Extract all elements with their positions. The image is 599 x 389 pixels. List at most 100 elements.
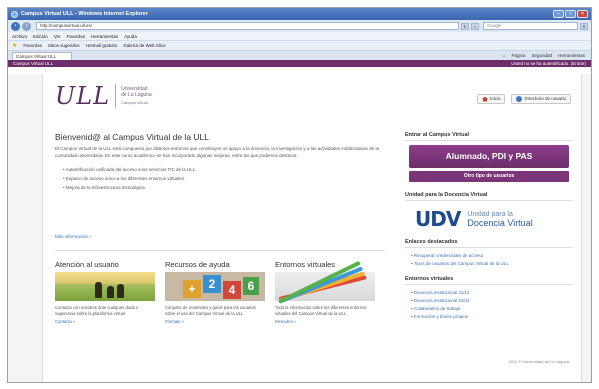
welcome-bullet: Espacio de acceso único a los diferentes… <box>63 174 385 183</box>
logo-line2: de La Laguna <box>121 92 152 98</box>
featured-links: Recuperar credenciales de acceso Tipos d… <box>411 252 573 268</box>
maximize-button[interactable]: □ <box>565 10 576 18</box>
card-title: Atención al usuario <box>55 260 119 269</box>
directory-button-label: Directorio de usuario <box>524 96 566 101</box>
ull-logo[interactable]: ULL Universidad de La Laguna Campus virt… <box>55 82 152 110</box>
directory-button[interactable]: Directorio de usuario <box>511 94 571 104</box>
menu-ver[interactable]: Ver <box>54 34 61 39</box>
link-recuperar[interactable]: Recuperar credenciales de acceso <box>411 252 573 260</box>
address-bar: ‹ › http://campusvirtual.ull.es/ ↻ × Goo… <box>8 20 591 32</box>
figure <box>117 284 124 298</box>
card-link-contacta[interactable]: Contacta » <box>55 319 155 324</box>
udv-mark: UDV <box>415 207 461 231</box>
card-entornos: Entornos virtuales Toda la información s… <box>275 260 375 324</box>
cmd-herramientas[interactable]: Herramientas <box>558 53 585 58</box>
user-directory-icon <box>516 96 523 102</box>
sky <box>55 272 155 284</box>
menu-edicion[interactable]: Edición <box>33 34 48 39</box>
search-icon[interactable]: ⚲ <box>580 22 588 30</box>
right-column: Entrar al Campus Virtual Alumnado, PDI y… <box>405 132 573 321</box>
command-bar: ⌂ Página Seguridad Herramientas <box>503 53 591 58</box>
refresh-icon[interactable]: ↻ <box>461 22 469 30</box>
udv-heading: Unidad para la Docencia Virtual <box>405 192 573 201</box>
footer: 2011 © Universidad de La Laguna <box>508 359 569 364</box>
tab-row: Campus Virtual ULL ⌂ Página Seguridad He… <box>8 50 591 60</box>
site-top-strip: Campus Virtual ULL Usted no se ha autent… <box>8 60 591 67</box>
welcome-section: Bienvenid@ al Campus Virtual de la ULL E… <box>55 132 385 192</box>
block: 6 <box>243 277 259 295</box>
fav-item-webslice[interactable]: Galería de Web Slice <box>123 43 165 48</box>
welcome-bullets: Autentificación unificada del acceso a l… <box>63 165 385 192</box>
tab-campus-virtual[interactable]: Campus Virtual ULL <box>12 51 72 60</box>
env-link[interactable]: Formación y títulos propios <box>411 313 573 321</box>
page-container: ULL Universidad de La Laguna Campus virt… <box>42 74 582 382</box>
menu-favoritos[interactable]: Favoritos <box>67 34 86 39</box>
card-text: Toda la información sobre los diferentes… <box>275 305 367 316</box>
browser-window: Campus Virtual ULL - Windows Internet Ex… <box>7 7 592 383</box>
stop-icon[interactable]: × <box>471 22 479 30</box>
logo-mark: ULL <box>55 82 111 110</box>
logo-text: Universidad de La Laguna Campus virtual <box>121 86 152 106</box>
env-link[interactable]: Colaborativo de trabajo <box>411 305 573 313</box>
access-heading: Entrar al Campus Virtual <box>405 132 573 141</box>
home-button[interactable]: Inicio <box>476 94 506 104</box>
udv-line1: Unidad para la <box>467 210 513 218</box>
menu-bar: Archivo Edición Ver Favoritos Herramient… <box>8 32 591 40</box>
login-status-link[interactable]: Usted no se ha autentificado. (Entrar) <box>511 61 586 66</box>
menu-herramientas[interactable]: Herramientas <box>91 34 118 39</box>
divider <box>55 250 385 251</box>
favorites-bar: ★ Favoritos Sitios sugeridos Hotmail gra… <box>8 40 591 50</box>
site-strip-title: Campus Virtual ULL <box>13 61 54 66</box>
minimize-button[interactable]: – <box>553 10 564 18</box>
login-primary-button[interactable]: Alumnado, PDI y PAS <box>409 145 569 168</box>
envs-heading: Entornos virtuales <box>405 276 573 285</box>
more-info-link[interactable]: Más información » <box>55 234 92 239</box>
links-heading: Enlaces destacados <box>405 239 573 248</box>
search-input[interactable]: Google <box>483 22 578 30</box>
env-link[interactable]: Docencia institucional 11/12 <box>411 289 573 297</box>
welcome-body: El Campus Virtual de la ULL está compues… <box>55 146 379 158</box>
logo-line3: Campus virtual <box>121 100 148 105</box>
block: 2 <box>203 275 221 293</box>
figure <box>107 286 114 298</box>
card-title: Recursos de ayuda <box>165 260 230 269</box>
link-tipos-usuarios[interactable]: Tipos de usuarios del Campus Virtual de … <box>411 260 573 268</box>
udv-logo[interactable]: UDV Unidad para la Docencia Virtual <box>415 207 573 231</box>
ie-logo-icon <box>11 10 18 18</box>
number-blocks-image: + 2 4 6 <box>165 272 265 301</box>
home-icon <box>481 96 488 102</box>
cmd-seguridad[interactable]: Seguridad <box>531 53 552 58</box>
login-other-button[interactable]: Otro tipo de usuarios <box>409 171 569 182</box>
block: 4 <box>223 281 241 299</box>
env-link[interactable]: Docencia institucional 10/11 <box>411 297 573 305</box>
env-links: Docencia institucional 11/12 Docencia in… <box>411 289 573 321</box>
back-button[interactable]: ‹ <box>11 21 20 31</box>
fav-item-hotmail[interactable]: Hotmail gratuito <box>86 43 118 48</box>
top-buttons: Inicio Directorio de usuario <box>476 94 571 104</box>
card-recursos: Recursos de ayuda + 2 4 6 Conjunto de ma… <box>165 260 265 324</box>
card-text: Contacta con nosotros ante cualquier dud… <box>55 305 139 316</box>
block: + <box>183 280 201 298</box>
home-button-label: Inicio <box>489 96 501 101</box>
menu-archivo[interactable]: Archivo <box>12 34 27 39</box>
favorites-label[interactable]: Favoritos <box>23 43 42 48</box>
udv-text: Unidad para la Docencia Virtual <box>467 211 532 228</box>
page-viewport: ULL Universidad de La Laguna Campus virt… <box>8 74 591 382</box>
close-button[interactable]: × <box>577 10 588 18</box>
menu-ayuda[interactable]: Ayuda <box>124 34 137 39</box>
colored-pencils-image <box>275 260 375 304</box>
cmd-pagina[interactable]: Página <box>511 53 525 58</box>
card-link-formate[interactable]: Fórmate » <box>165 319 265 324</box>
forward-button[interactable]: › <box>22 21 31 31</box>
welcome-title: Bienvenid@ al Campus Virtual de la ULL <box>55 132 210 142</box>
address-input[interactable]: http://campusvirtual.ull.es/ <box>36 22 459 30</box>
welcome-bullet: Autentificación unificada del acceso a l… <box>63 165 385 174</box>
udv-line2: Docencia Virtual <box>467 217 533 228</box>
welcome-bullet: Mejora de la infraestructura tecnológica… <box>63 183 385 192</box>
card-text: Conjunto de materiales y guías para los … <box>165 305 256 316</box>
fav-item-sugeridos[interactable]: Sitios sugeridos <box>48 43 80 48</box>
window-title: Campus Virtual ULL - Windows Internet Ex… <box>21 11 148 17</box>
favorites-star-icon[interactable]: ★ <box>12 42 17 49</box>
card-link-descubre[interactable]: Descubre » <box>275 319 375 324</box>
home-icon[interactable]: ⌂ <box>503 53 506 58</box>
